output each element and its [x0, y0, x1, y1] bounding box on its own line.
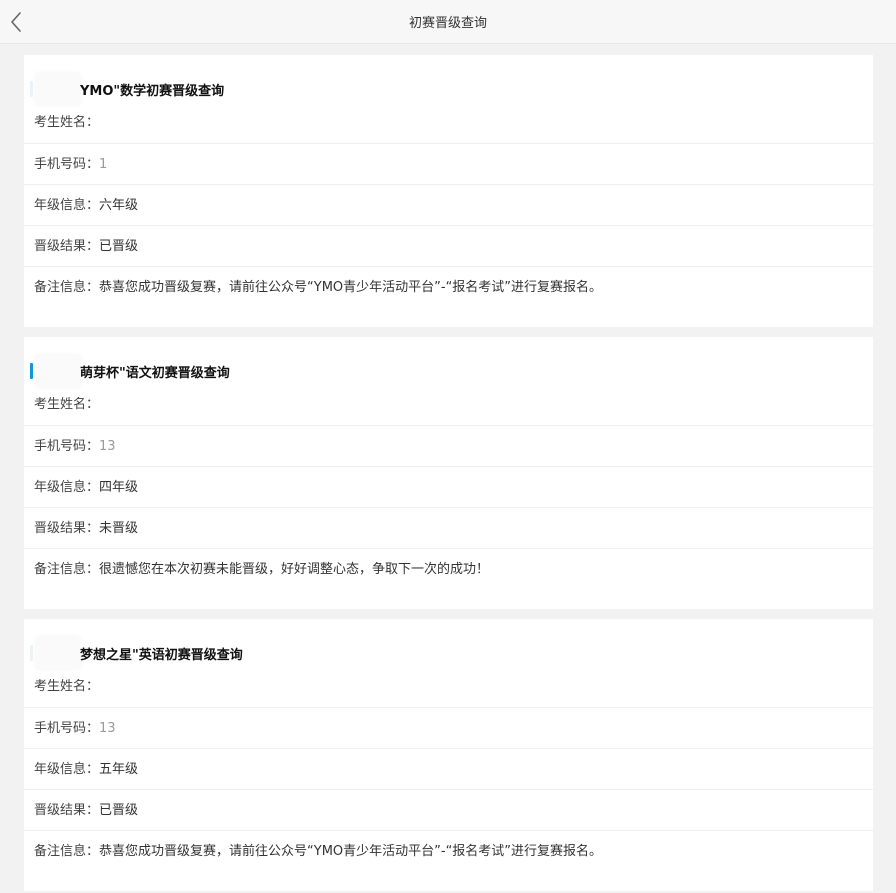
- result-card: 梦想之星"英语初赛晋级查询 考生姓名： 手机号码：13 年级信息：五年级 晋级结…: [24, 619, 873, 891]
- row-label: 备注信息：: [34, 280, 100, 295]
- info-row-name: 考生姓名：: [24, 397, 873, 425]
- row-label: 晋级结果：: [34, 803, 100, 818]
- row-label: 考生姓名：: [34, 397, 100, 412]
- info-row-result: 晋级结果：未晋级: [24, 507, 873, 548]
- info-list: 考生姓名： 手机号码：1 年级信息：六年级 晋级结果：已晋级 备注信息：恭喜您成…: [24, 115, 873, 307]
- card-title: YMO"数学初赛晋级查询: [80, 84, 225, 99]
- row-value: 1: [99, 157, 108, 172]
- row-value: 恭喜您成功晋级复赛，请前往公众号“YMO青少年活动平台”-“报名考试”进行复赛报…: [99, 844, 603, 859]
- card-header: YMO"数学初赛晋级查询: [24, 55, 873, 115]
- results-list: YMO"数学初赛晋级查询 考生姓名： 手机号码：1 年级信息：六年级 晋级结果：…: [0, 44, 896, 891]
- info-row-grade: 年级信息：五年级: [24, 748, 873, 789]
- card-title: 萌芽杯"语文初赛晋级查询: [80, 366, 230, 381]
- info-list: 考生姓名： 手机号码：13 年级信息：四年级 晋级结果：未晋级 备注信息：很遗憾…: [24, 397, 873, 589]
- info-row-phone: 手机号码：1: [24, 143, 873, 184]
- competition-logo: [34, 71, 82, 107]
- competition-logo: [34, 635, 82, 671]
- info-row-grade: 年级信息：六年级: [24, 184, 873, 225]
- info-row-result: 晋级结果：已晋级: [24, 789, 873, 830]
- info-row-remark: 备注信息：很遗憾您在本次初赛未能晋级，好好调整心态，争取下一次的成功！: [24, 548, 873, 589]
- row-label: 考生姓名：: [34, 679, 100, 694]
- row-label: 手机号码：: [34, 157, 100, 172]
- competition-logo: [34, 353, 82, 389]
- info-row-phone: 手机号码：13: [24, 707, 873, 748]
- info-row-grade: 年级信息：四年级: [24, 466, 873, 507]
- row-value: 已晋级: [99, 239, 139, 254]
- result-card: YMO"数学初赛晋级查询 考生姓名： 手机号码：1 年级信息：六年级 晋级结果：…: [24, 55, 873, 327]
- title-accent-bar: [30, 81, 33, 97]
- page-title: 初赛晋级查询: [408, 16, 487, 31]
- row-value: 已晋级: [99, 803, 139, 818]
- info-row-name: 考生姓名：: [24, 115, 873, 143]
- info-row-name: 考生姓名：: [24, 679, 873, 707]
- row-label: 备注信息：: [34, 562, 100, 577]
- row-value: 很遗憾您在本次初赛未能晋级，好好调整心态，争取下一次的成功！: [99, 562, 490, 577]
- info-row-remark: 备注信息：恭喜您成功晋级复赛，请前往公众号“YMO青少年活动平台”-“报名考试”…: [24, 266, 873, 307]
- row-value: 13: [99, 439, 116, 454]
- result-card: 萌芽杯"语文初赛晋级查询 考生姓名： 手机号码：13 年级信息：四年级 晋级结果…: [24, 337, 873, 609]
- row-label: 晋级结果：: [34, 521, 100, 536]
- top-nav-bar: 初赛晋级查询: [0, 0, 896, 44]
- row-value: 四年级: [99, 480, 139, 495]
- row-value: 恭喜您成功晋级复赛，请前往公众号“YMO青少年活动平台”-“报名考试”进行复赛报…: [99, 280, 603, 295]
- info-row-remark: 备注信息：恭喜您成功晋级复赛，请前往公众号“YMO青少年活动平台”-“报名考试”…: [24, 830, 873, 871]
- row-label: 年级信息：: [34, 762, 100, 777]
- row-value: 13: [99, 721, 116, 736]
- title-accent-bar: [30, 363, 33, 379]
- info-row-phone: 手机号码：13: [24, 425, 873, 466]
- row-value: 六年级: [99, 198, 139, 213]
- row-label: 晋级结果：: [34, 239, 100, 254]
- title-accent-bar: [30, 645, 33, 661]
- row-value: 五年级: [99, 762, 139, 777]
- card-header: 萌芽杯"语文初赛晋级查询: [24, 337, 873, 397]
- card-header: 梦想之星"英语初赛晋级查询: [24, 619, 873, 679]
- row-label: 考生姓名：: [34, 115, 100, 130]
- row-label: 年级信息：: [34, 198, 100, 213]
- row-label: 年级信息：: [34, 480, 100, 495]
- card-title: 梦想之星"英语初赛晋级查询: [80, 648, 243, 663]
- info-row-result: 晋级结果：已晋级: [24, 225, 873, 266]
- row-label: 备注信息：: [34, 844, 100, 859]
- row-label: 手机号码：: [34, 721, 100, 736]
- row-label: 手机号码：: [34, 439, 100, 454]
- info-list: 考生姓名： 手机号码：13 年级信息：五年级 晋级结果：已晋级 备注信息：恭喜您…: [24, 679, 873, 871]
- row-value: 未晋级: [99, 521, 139, 536]
